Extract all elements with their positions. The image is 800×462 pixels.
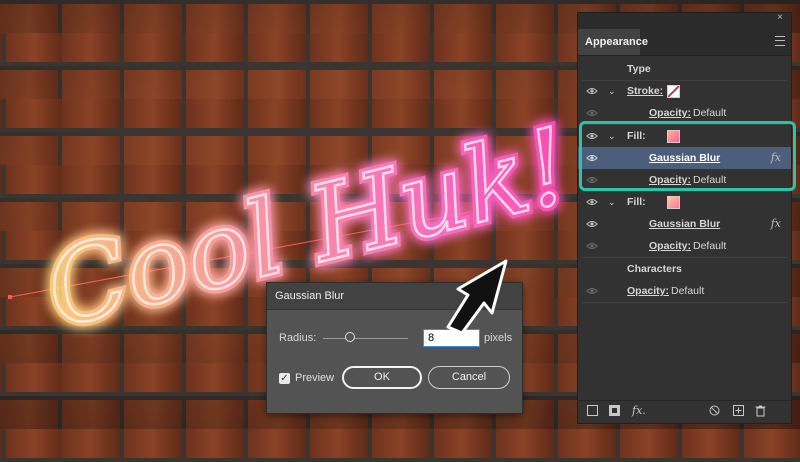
panel-menu-icon[interactable] xyxy=(775,36,785,46)
visibility-eye-icon[interactable] xyxy=(585,213,599,235)
preview-checkbox[interactable]: ✓ xyxy=(279,373,290,384)
opacity-value: Default xyxy=(671,285,705,297)
fill-gradient-swatch[interactable] xyxy=(667,196,680,209)
visibility-eye-icon[interactable] xyxy=(585,280,599,302)
add-stroke-icon[interactable] xyxy=(587,405,598,419)
add-fill-icon[interactable] xyxy=(609,405,620,419)
delete-item-icon[interactable] xyxy=(755,405,766,420)
chevron-down-icon[interactable]: ⌄ xyxy=(608,80,616,102)
panel-tab-bar: Appearance xyxy=(578,25,791,56)
preview-label[interactable]: Preview xyxy=(295,372,334,384)
row-fill-2-gaussian-blur[interactable]: Gaussian Blur fx xyxy=(578,213,791,235)
radius-label: Radius: xyxy=(279,332,317,344)
opacity-label[interactable]: Opacity: xyxy=(649,235,691,257)
opacity-value: Default xyxy=(693,240,727,252)
row-characters-opacity[interactable]: Opacity: Default xyxy=(578,280,791,302)
add-effect-fx-icon[interactable]: fx. xyxy=(632,404,646,417)
anchor-point xyxy=(8,295,12,299)
stroke-label[interactable]: Stroke: xyxy=(627,80,663,102)
visibility-eye-icon[interactable] xyxy=(585,235,599,257)
row-fill-2-opacity[interactable]: Opacity: Default xyxy=(578,235,791,257)
effect-label[interactable]: Gaussian Blur xyxy=(649,213,720,235)
fill-label[interactable]: Fill: xyxy=(627,191,646,213)
characters-label: Characters xyxy=(627,263,682,275)
fx-icon[interactable]: fx xyxy=(771,213,781,235)
row-stroke[interactable]: ⌄ Stroke: xyxy=(578,80,791,102)
clear-appearance-icon[interactable] xyxy=(709,405,720,419)
opacity-label[interactable]: Opacity: xyxy=(627,280,669,302)
row-characters[interactable]: Characters xyxy=(578,258,791,280)
panel-bottom-toolbar: fx. xyxy=(578,400,791,423)
radius-slider-track[interactable] xyxy=(323,338,408,339)
ok-button[interactable]: OK xyxy=(342,366,422,389)
tab-appearance[interactable]: Appearance xyxy=(578,29,648,55)
fill-highlight-annotation xyxy=(579,121,796,191)
row-fill-2[interactable]: ⌄ Fill: xyxy=(578,191,791,213)
close-panel-icon[interactable]: × xyxy=(777,12,783,23)
cancel-button[interactable]: Cancel xyxy=(428,366,510,389)
type-label: Type xyxy=(627,63,651,75)
radius-slider-handle[interactable] xyxy=(345,332,356,342)
stroke-swatch-none[interactable] xyxy=(667,85,680,98)
chevron-down-icon[interactable]: ⌄ xyxy=(608,191,616,213)
divider xyxy=(582,302,787,303)
pointer-arrow-annotation xyxy=(446,259,508,335)
visibility-eye-icon[interactable] xyxy=(585,80,599,102)
panel-titlebar: × xyxy=(578,12,791,25)
appearance-panel: × Appearance Type ⌄ Stroke: Opacity: Def… xyxy=(577,12,792,424)
visibility-eye-icon[interactable] xyxy=(585,191,599,213)
duplicate-item-icon[interactable] xyxy=(733,405,744,419)
row-type[interactable]: Type xyxy=(578,58,791,80)
